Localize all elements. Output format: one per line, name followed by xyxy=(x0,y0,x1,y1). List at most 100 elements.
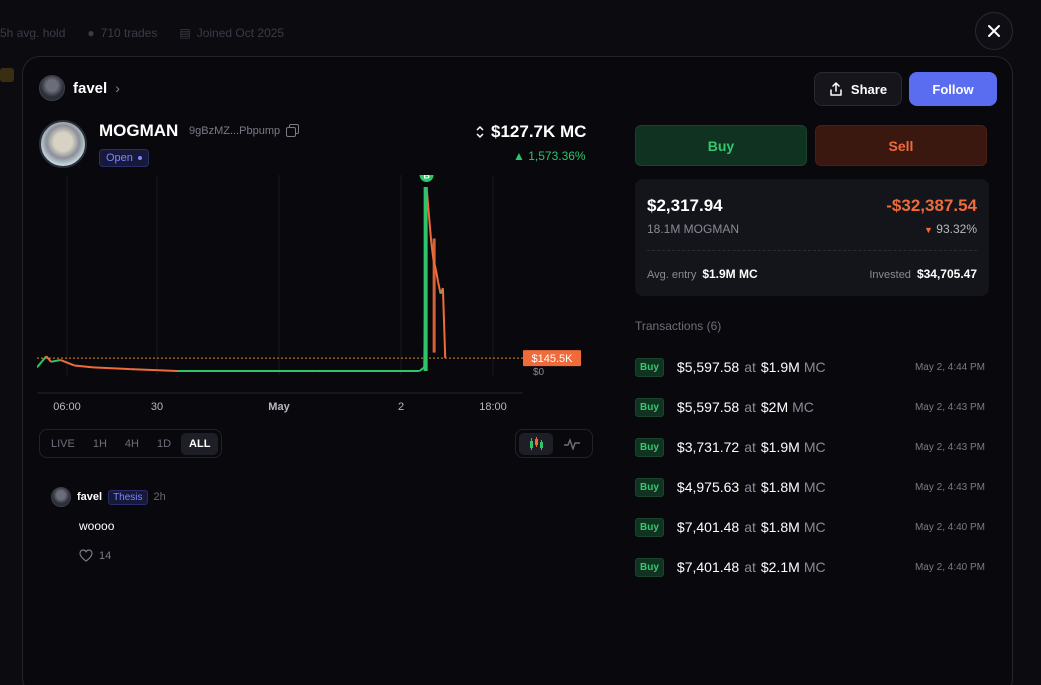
chart-type-selector xyxy=(515,429,593,458)
position-pnl: -$32,387.54 xyxy=(886,196,977,215)
close-button[interactable] xyxy=(975,12,1013,50)
share-label: Share xyxy=(850,81,888,97)
tx-amount: $5,597.58 xyxy=(676,399,740,415)
heart-icon xyxy=(79,549,93,562)
position-value: $2,317.94 xyxy=(647,196,723,215)
tx-at-label: at xyxy=(744,439,756,455)
tx-mc-suffix: MC xyxy=(803,359,826,375)
timeframe-1h[interactable]: 1H xyxy=(85,433,115,455)
comment: favel Thesis 2h woooo 14 xyxy=(51,487,166,562)
comment-time: 2h xyxy=(153,491,166,503)
tx-type-badge: Buy xyxy=(635,557,664,577)
timeframe-4h[interactable]: 4H xyxy=(117,433,147,455)
comment-avatar xyxy=(51,487,71,507)
tx-amount: $7,401.48 xyxy=(676,559,740,575)
calendar-icon: ▤ xyxy=(179,26,191,40)
market-cap[interactable]: $127.7K MC xyxy=(475,122,586,142)
tx-market-cap: $1.8M xyxy=(760,519,800,535)
dump-candle xyxy=(432,238,436,353)
price-segment xyxy=(434,269,440,283)
position-modal: favel › Share Follow MOGMAN 9gBzMZ...Pbp… xyxy=(22,56,1013,685)
tx-mc-suffix: MC xyxy=(803,519,826,535)
tx-type-badge: Buy xyxy=(635,357,664,377)
tx-mc-suffix: MC xyxy=(803,479,826,495)
sort-icon xyxy=(476,125,484,139)
invested-amount: Invested $34,705.47 xyxy=(869,267,977,281)
tx-at-label: at xyxy=(744,479,756,495)
tx-type-badge: Buy xyxy=(635,477,664,497)
price-segment xyxy=(92,366,131,371)
chevron-right-icon: › xyxy=(115,80,120,96)
timeframe-live[interactable]: LIVE xyxy=(43,433,83,455)
transactions-list: Buy $5,597.58 at $1.9M MC May 2, 4:44 PM Buy $5… xyxy=(635,347,985,587)
transaction-row[interactable]: Buy $7,401.48 at $2.1M MC May 2, 4:40 PM xyxy=(635,547,985,587)
like-button[interactable]: 14 xyxy=(79,549,166,562)
position-amount: 18.1M MOGMAN xyxy=(647,222,740,236)
average-entry: Avg. entry $1.9M MC xyxy=(647,267,758,281)
line-chart-button[interactable] xyxy=(555,433,589,455)
follow-button[interactable]: Follow xyxy=(909,72,997,106)
comment-header: favel Thesis 2h xyxy=(51,487,166,507)
x-tick-label: 18:00 xyxy=(479,401,507,413)
tx-type-badge: Buy xyxy=(635,517,664,537)
user-avatar xyxy=(39,75,65,101)
x-tick-label: 2 xyxy=(398,401,404,413)
share-button[interactable]: Share xyxy=(814,72,902,106)
tx-market-cap: $1.8M xyxy=(760,479,800,495)
position-divider xyxy=(647,250,977,251)
tx-mc-suffix: MC xyxy=(803,559,826,575)
price-segment xyxy=(37,361,43,368)
tx-at-label: at xyxy=(744,359,756,375)
user-profile-link[interactable]: favel › xyxy=(39,75,120,101)
price-segment xyxy=(427,214,433,243)
trades-icon: ● xyxy=(87,26,95,40)
comment-user[interactable]: favel xyxy=(77,491,102,503)
line-chart-icon xyxy=(564,437,580,450)
tx-amount: $7,401.48 xyxy=(676,519,740,535)
transaction-row[interactable]: Buy $3,731.72 at $1.9M MC May 2, 4:43 PM xyxy=(635,427,985,467)
username: favel xyxy=(73,79,108,97)
tx-time: May 2, 4:40 PM xyxy=(914,521,985,533)
tx-amount: $5,597.58 xyxy=(676,359,740,375)
avg-hold-stat: 5h avg. hold xyxy=(0,26,66,40)
sell-button[interactable]: Sell xyxy=(815,125,987,166)
price-segment xyxy=(74,364,94,369)
buy-button[interactable]: Buy xyxy=(635,125,807,166)
transaction-row[interactable]: Buy $5,597.58 at $1.9M MC May 2, 4:44 PM xyxy=(635,347,985,387)
y-axis-label: $0 xyxy=(533,367,545,378)
trades-stat: ● 710 trades xyxy=(87,26,158,40)
tx-time: May 2, 4:44 PM xyxy=(914,361,985,373)
tx-time: May 2, 4:43 PM xyxy=(914,441,985,453)
transactions-title: Transactions (6) xyxy=(635,319,722,333)
transaction-row[interactable]: Buy $5,597.58 at $2M MC May 2, 4:43 PM xyxy=(635,387,985,427)
timeframe-1d[interactable]: 1D xyxy=(149,433,179,455)
copy-icon[interactable] xyxy=(286,124,300,137)
tx-mc-suffix: MC xyxy=(792,399,814,415)
position-card: $2,317.94 18.1M MOGMAN -$32,387.54 ▼ 93.… xyxy=(635,179,989,296)
token-avatar xyxy=(39,120,87,168)
x-tick-label: 06:00 xyxy=(53,401,81,413)
position-pnl-percent: ▼ 93.32% xyxy=(924,222,977,236)
joined-stat: ▤ Joined Oct 2025 xyxy=(179,26,285,40)
market-cap-change: ▲ 1,573.36% xyxy=(513,149,586,163)
background-left-panel xyxy=(0,60,24,685)
price-chart[interactable]: B $145.5K $0 06:00 30 May 2 18:00 xyxy=(37,175,587,415)
tx-time: May 2, 4:43 PM xyxy=(914,401,985,413)
tx-market-cap: $1.9M xyxy=(760,359,800,375)
token-name: MOGMAN xyxy=(99,121,179,140)
candlestick-icon xyxy=(530,436,543,450)
timeframe-selector: LIVE 1H 4H 1D ALL xyxy=(39,429,223,458)
tx-at-label: at xyxy=(744,519,756,535)
thesis-badge: Thesis xyxy=(108,489,148,505)
candlestick-chart-button[interactable] xyxy=(519,432,553,455)
transaction-row[interactable]: Buy $4,975.63 at $1.8M MC May 2, 4:43 PM xyxy=(635,467,985,507)
price-segment xyxy=(130,368,178,372)
tx-type-badge: Buy xyxy=(635,397,664,417)
tx-market-cap: $2M xyxy=(760,399,789,415)
timeframe-all[interactable]: ALL xyxy=(181,432,219,455)
tx-type-badge: Buy xyxy=(635,437,664,457)
background-profile-stats: 5h avg. hold ● 710 trades ▤ Joined Oct 2… xyxy=(0,26,284,40)
transaction-row[interactable]: Buy $7,401.48 at $1.8M MC May 2, 4:40 PM xyxy=(635,507,985,547)
status-badge: Open xyxy=(99,149,149,167)
spike-candle xyxy=(423,187,428,371)
